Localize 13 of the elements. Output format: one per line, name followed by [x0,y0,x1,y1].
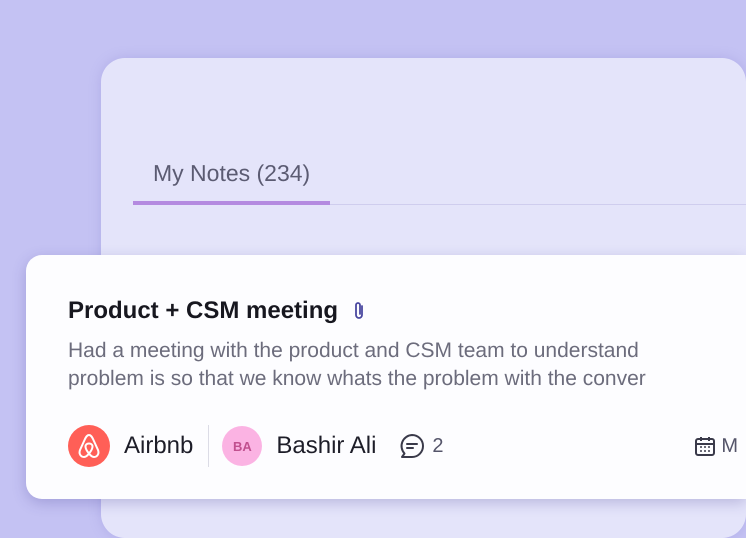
note-description: Had a meeting with the product and CSM team to understand [68,338,640,364]
comment-icon[interactable] [398,432,426,460]
owner-name[interactable]: Bashir Ali [276,432,376,460]
company-logo-icon [68,425,110,467]
notes-tab[interactable]: My Notes (234) [133,154,330,205]
owner-avatar: BA [222,426,262,466]
note-card[interactable]: Product + CSM meeting Had a meeting with the product and CSM team to understand problem is so that we know whats the problem with the conver Airbnb BA Bashir Ali 2 M [26,255,746,499]
note-title[interactable]: Product + CSM meeting [68,297,338,325]
note-date: M [721,434,738,458]
comment-count: 2 [432,434,444,458]
note-description: problem is so that we know whats the problem with the conver [68,366,647,392]
company-name[interactable]: Airbnb [124,432,194,460]
calendar-icon [694,435,716,457]
